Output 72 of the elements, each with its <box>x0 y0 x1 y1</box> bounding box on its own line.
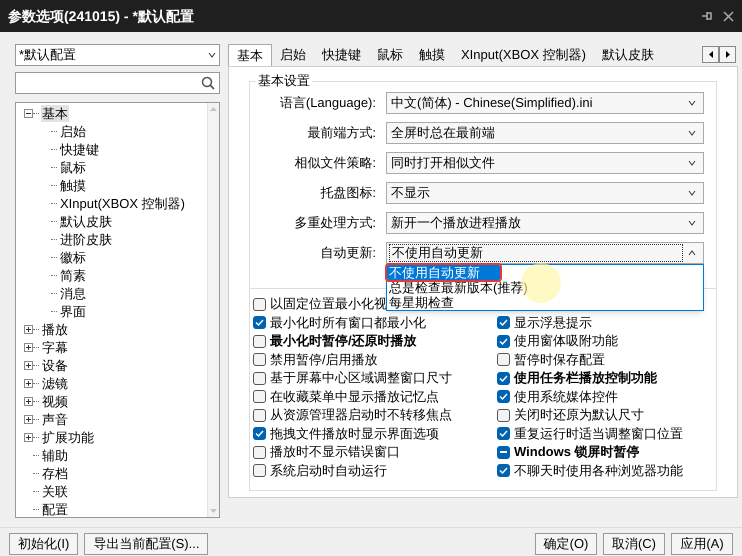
setting-label: 最前端方式: <box>306 124 377 142</box>
tab[interactable]: 快捷键 <box>314 44 369 66</box>
dropdown[interactable]: 不显示 <box>386 182 704 204</box>
checkbox-label[interactable]: 基于屏幕中心区域调整窗口尺寸 <box>270 370 452 386</box>
tab[interactable]: 鼠标 <box>369 44 411 66</box>
tree-item[interactable]: 辅助 <box>41 446 69 464</box>
checkbox-label[interactable]: 使用任务栏播放控制功能 <box>514 370 657 386</box>
profile-select[interactable]: *默认配置 <box>15 44 220 66</box>
tree-item[interactable]: 简素 <box>59 266 87 284</box>
setting-label: 相似文件策略: <box>293 154 377 172</box>
tree-item[interactable]: 存档 <box>41 464 69 482</box>
tree-item[interactable]: 设备 <box>41 356 69 374</box>
dropdown-option[interactable]: 每星期检查 <box>387 295 703 310</box>
checkbox-label[interactable]: 禁用暂停/启用播放 <box>270 352 378 368</box>
dropdown[interactable]: 全屏时总在最前端 <box>386 122 704 144</box>
dialog-button[interactable]: 应用(A) <box>671 533 733 555</box>
checkbox-label[interactable]: 不聊天时使用各种浏览器功能 <box>514 462 683 479</box>
tree-item[interactable]: 默认皮肤 <box>59 212 113 230</box>
tab[interactable]: 启始 <box>272 44 314 66</box>
tree-item[interactable]: 基本 <box>41 104 69 122</box>
checkbox-label[interactable]: 重复运行时适当调整窗口位置 <box>514 426 683 442</box>
checkbox-label[interactable]: 系统启动时自动运行 <box>270 462 387 479</box>
setting-label: 多重处理方式: <box>293 214 377 232</box>
checkbox-label[interactable]: Windows 锁屏时暂停 <box>514 444 640 460</box>
checkbox-label[interactable]: 使用系统媒体控件 <box>514 388 618 405</box>
checkbox-label[interactable]: 在收藏菜单中显示播放记忆点 <box>270 388 439 405</box>
checkbox-label[interactable]: 关闭时还原为默认尺寸 <box>514 407 644 424</box>
tree-item[interactable]: 消息 <box>59 284 87 302</box>
checkbox-label[interactable]: 最小化时所有窗口都最小化 <box>270 314 426 331</box>
tab[interactable]: 默认皮肤 <box>594 44 662 66</box>
tree-item[interactable]: 滤镜 <box>41 374 69 392</box>
dropdown[interactable]: 中文(简体) - Chinese(Simplified).ini <box>386 92 704 114</box>
setting-label: 语言(Language): <box>278 94 377 112</box>
checkbox-label[interactable]: 播放时不显示错误窗口 <box>270 444 400 460</box>
dropdown-option[interactable]: 不使用自动更新 <box>387 265 500 280</box>
tree-item[interactable]: 徽标 <box>59 248 87 266</box>
group-title: 基本设置 <box>256 73 312 89</box>
checkbox-label[interactable]: 从资源管理器启动时不转移焦点 <box>270 407 452 424</box>
tree-item[interactable]: 界面 <box>59 302 87 320</box>
dialog-button[interactable]: 取消(C) <box>603 533 665 555</box>
footer-button[interactable]: 初始化(I) <box>9 533 78 555</box>
tree-item[interactable]: 配置 <box>41 500 69 517</box>
dropdown[interactable]: 新开一个播放进程播放 <box>386 212 704 234</box>
setting-label: 托盘图标: <box>319 184 377 202</box>
tree-item[interactable]: 扩展功能 <box>41 428 95 446</box>
tree-item[interactable]: 关联 <box>41 482 69 500</box>
checkbox-label[interactable]: 使用窗体吸附功能 <box>514 333 618 350</box>
tree-item[interactable]: XInput(XBOX 控制器) <box>59 194 186 212</box>
tree-item[interactable]: 视频 <box>41 392 69 410</box>
tree-item[interactable]: 鼠标 <box>59 158 87 176</box>
tab[interactable]: XInput(XBOX 控制器) <box>453 44 594 66</box>
checkbox-label[interactable]: 以固定位置最小化视 <box>270 296 387 312</box>
tree-item[interactable]: 播放 <box>41 320 69 338</box>
tab[interactable]: 基本 <box>228 44 272 66</box>
checkbox-label[interactable]: 拖拽文件播放时显示界面选项 <box>270 426 439 442</box>
dropdown[interactable]: 不使用自动更新 <box>386 242 704 264</box>
tab[interactable]: 触摸 <box>411 44 453 66</box>
checkbox-label[interactable]: 最小化时暂停/还原时播放 <box>270 333 417 350</box>
tree-item[interactable]: 进阶皮肤 <box>59 230 113 248</box>
window-title: 参数选项(241015) - *默认配置 <box>8 6 195 26</box>
dropdown[interactable]: 同时打开相似文件 <box>386 152 704 174</box>
tree-item[interactable]: 启始 <box>59 122 87 140</box>
setting-label: 自动更新: <box>319 244 377 262</box>
dropdown-option[interactable]: 总是检查最新版本(推荐) <box>387 280 703 295</box>
footer-button[interactable]: 导出当前配置(S)... <box>84 533 208 555</box>
checkbox-label[interactable]: 暂停时保存配置 <box>514 352 605 368</box>
tree-item[interactable]: 声音 <box>41 410 69 428</box>
tree-item[interactable]: 字幕 <box>41 338 69 356</box>
tree-item[interactable]: 快捷键 <box>59 140 100 158</box>
tree-item[interactable]: 触摸 <box>59 176 87 194</box>
checkbox-label[interactable]: 显示浮悬提示 <box>514 314 592 331</box>
dialog-button[interactable]: 确定(O) <box>535 533 597 555</box>
